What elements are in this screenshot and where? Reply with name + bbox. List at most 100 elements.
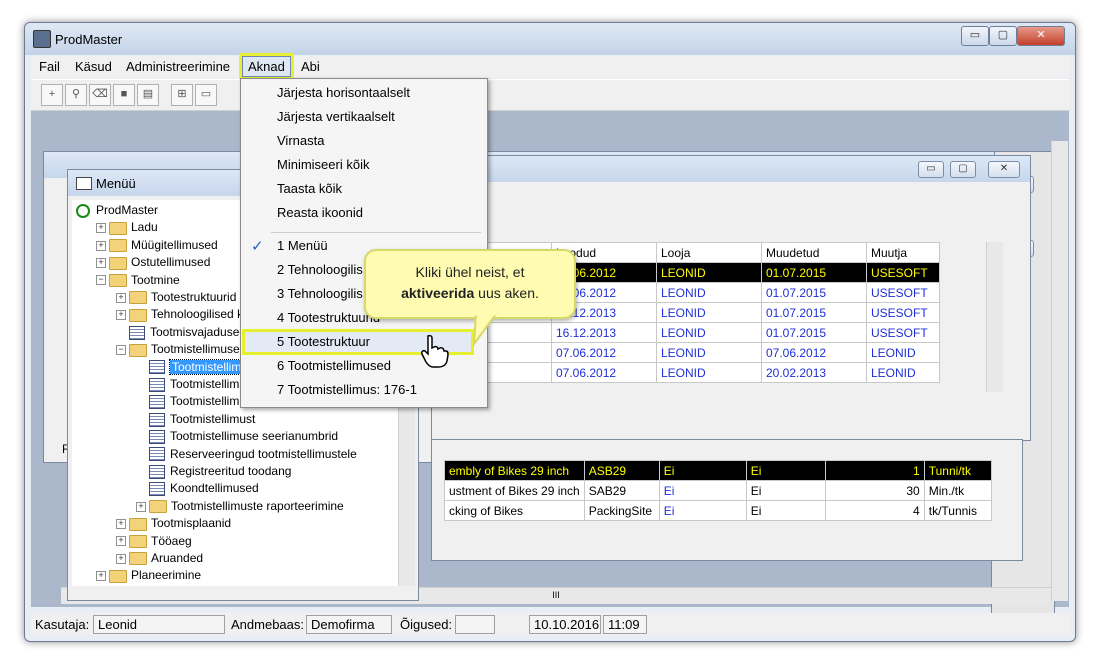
table-row[interactable]: embly of Bikes 29 inch ASB29 Ei Ei 1 Tunni/tk [444,460,992,481]
tree-item[interactable]: Tootmisvajadused [116,324,246,341]
col-header[interactable]: Muutja [866,242,940,263]
close-button[interactable]: ✕ [1017,26,1065,46]
tree-item[interactable]: Tootmistellimust [136,393,255,410]
tree-item[interactable]: + Müügitellimused [96,237,218,254]
document-icon[interactable]: ▤ [137,84,159,106]
table-row[interactable]: cking of Bikes PackingSite Ei Ei 4 tk/Tunnis [444,500,992,521]
menu-kasud[interactable]: Käsud [75,59,112,74]
tree-item[interactable]: Tootmistellimuse seerianumbrid [136,428,338,445]
status-bar: Kasutaja: Leonid Andmebaas: Demofirma Õi… [31,613,1069,635]
tree-item[interactable]: + Tehnoloogilised kaa [116,306,256,323]
tree-item[interactable]: Koondtellimused [136,480,259,497]
user-label: Kasutaja: [35,617,90,632]
tree-item[interactable]: Tootmistellimus [136,358,258,376]
db-label: Andmebaas: [231,617,304,632]
mdi-vertical-scrollbar[interactable] [1051,141,1068,601]
window-item-1[interactable]: 1 Menüü [277,236,328,256]
tree-item[interactable]: + Ostutellimused [96,254,210,271]
inner-close-button[interactable]: ✕ [988,161,1020,178]
tree-item[interactable]: Tootmistellimus [136,376,252,393]
menu-window-icon [76,177,92,190]
tree-item[interactable]: − Tootmistellimused [116,341,246,358]
tree-item[interactable]: − Tootmine [96,272,180,289]
tree-item[interactable]: Registreeritud toodang [136,463,291,480]
expand-icon[interactable]: + [116,519,126,530]
tree-icon[interactable]: ⊞ [171,84,193,106]
table-row[interactable]: 07.06.2012 LEONID 07.06.2012 LEONID [470,342,940,363]
menu-fail[interactable]: Fail [39,59,60,74]
menu-item-minimize-all[interactable]: Minimiseeri kõik [277,155,369,175]
menu-item-tile-horizontal[interactable]: Järjesta horisontaalselt [277,83,410,103]
menu-window-title: Menüü [96,176,136,191]
window-item-3[interactable]: 3 Tehnoloogilis [277,284,363,304]
menu-aknad[interactable]: Aknad [239,53,294,80]
tooltip-callout: Kliki ühel neist, et aktiveerida uus ake… [364,249,576,319]
inner-minimize-button[interactable]: ▭ [918,161,944,178]
tree-item-label: Koondtellimused [170,481,259,496]
table-row[interactable]: 16.12.2013 LEONID 01.07.2015 USESOFT [470,322,940,343]
table-row[interactable]: ustment of Bikes 29 inch SAB29 Ei Ei 30 Min./… [444,480,992,501]
menu-item-tile-vertical[interactable]: Järjesta vertikaalselt [277,107,395,127]
eraser-icon[interactable]: ⌫ [89,84,111,106]
window-item-6[interactable]: 6 Tootmistellimused [277,356,391,376]
expand-icon[interactable]: + [96,223,106,234]
stop-icon[interactable]: ■ [113,84,135,106]
expand-icon[interactable]: + [116,536,126,547]
add-icon[interactable]: + [41,84,63,106]
tree-item-label: Tootmistellimust [170,411,256,426]
tree-item-label: ProdMaster [96,203,159,217]
col-header[interactable]: Muudetud [761,242,867,263]
expand-icon[interactable]: + [116,553,126,564]
tree-item[interactable]: + Tootmistellimuste raporteerimine [136,498,344,515]
tree-item-label: Tootmisplaanid [151,516,232,531]
minimize-button[interactable]: ▭ [961,26,989,46]
tree-item[interactable]: + Tööaeg [116,533,192,550]
menu-administreerimine[interactable]: Administreerimine [126,59,230,74]
binoculars-icon[interactable]: ⚲ [65,84,87,106]
tree-item-label: Tootmine [131,272,180,287]
folder-icon [109,239,127,253]
folder-icon [109,273,127,287]
inner-maximize-button[interactable]: ▢ [950,161,976,178]
tree-item-label: Tootmistellimuse seerianumbrid [170,429,339,444]
expand-icon[interactable]: + [96,240,106,251]
tree-item[interactable]: ProdMaster [76,202,158,219]
date-value: 10.10.2016 [529,615,601,634]
mdi-workspace: ✕ ✕ III R ▭ ▢ ✕ yne Loodud Looja Muudetu [31,111,1069,623]
folder-icon[interactable]: ▭ [195,84,217,106]
tree-item[interactable]: +Tehnohooldus [96,585,206,587]
menu-item-cascade[interactable]: Virnasta [277,131,324,151]
tree-item[interactable]: + Tootmisplaanid [116,515,231,532]
tree-item[interactable]: + Ladu [96,219,158,236]
table-row[interactable]: 07.06.2012 LEONID 20.02.2013 LEONID [470,362,940,383]
tree-item[interactable]: + Tootestruktuurid [116,289,236,306]
expand-icon[interactable]: + [116,310,126,321]
menu-item-restore-all[interactable]: Taasta kõik [277,179,342,199]
tree-item[interactable]: Tootmistellimust [136,411,255,428]
collapse-icon[interactable]: − [116,345,126,356]
tree-item[interactable]: + Planeerimine [96,567,201,584]
window-item-7[interactable]: 7 Tootmistellimus: 176-1 [277,380,417,400]
callout-line-2: uus aken. [474,285,539,301]
window-item-2[interactable]: 2 Tehnoloogilis [277,260,363,280]
user-value: Leonid [93,615,225,634]
tree-item[interactable]: + Aruanded [116,550,203,567]
tree-item[interactable]: Reserveeringud tootmistellimustele [136,446,357,463]
collapse-icon[interactable]: − [96,275,106,286]
menu-separator [271,232,481,233]
expand-icon[interactable]: + [96,571,106,582]
tree-item-label: Registreeritud toodang [170,464,292,478]
expand-icon[interactable]: + [116,292,126,303]
col-header[interactable]: Looja [656,242,762,263]
grid-vertical-scrollbar[interactable] [986,242,1003,392]
grid-icon [149,482,165,497]
app-icon [33,30,51,48]
menu-abi[interactable]: Abi [301,59,320,74]
operations-grid[interactable]: embly of Bikes 29 inch ASB29 Ei Ei 1 Tunni/tk… [444,460,992,521]
maximize-button[interactable]: ▢ [989,26,1017,46]
time-value: 11:09 [603,615,647,634]
expand-icon[interactable]: + [136,501,146,512]
folder-icon [129,308,147,322]
expand-icon[interactable]: + [96,258,106,269]
menu-item-arrange-icons[interactable]: Reasta ikoonid [277,203,363,223]
